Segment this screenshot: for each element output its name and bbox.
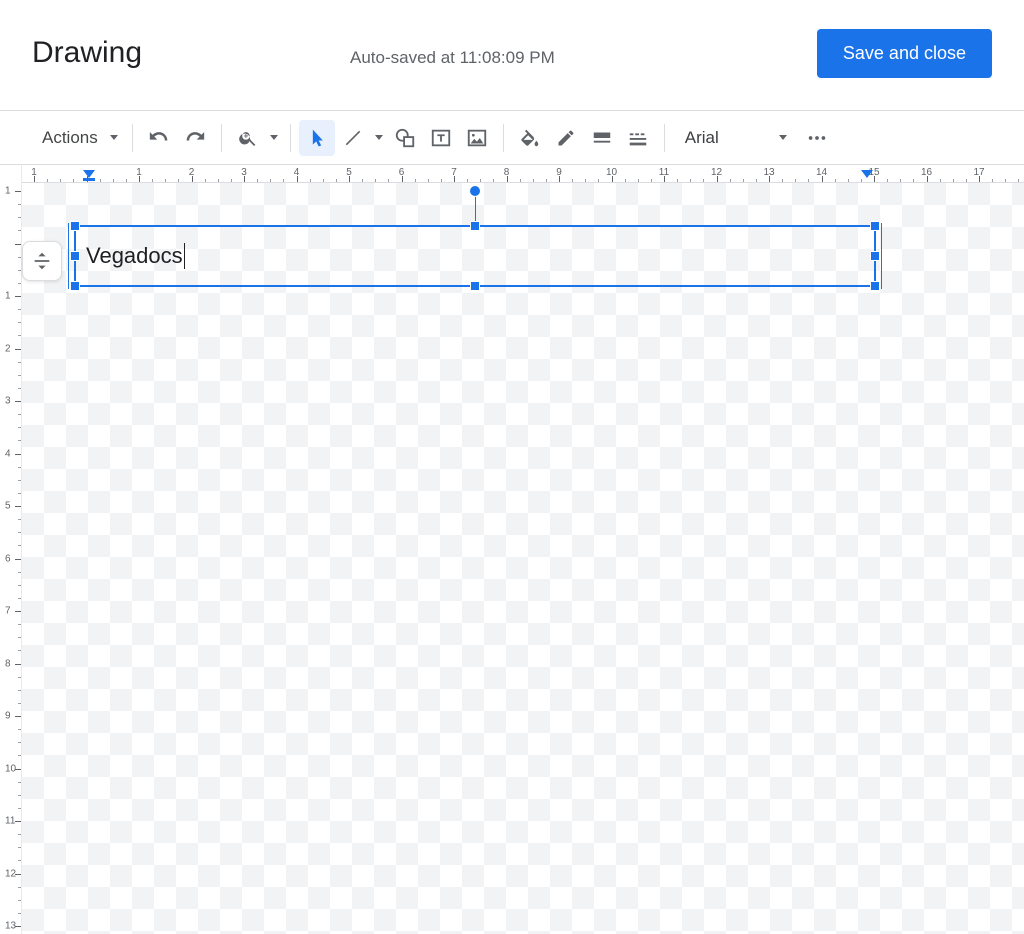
image-tool-button[interactable]	[459, 120, 495, 156]
ruler-number: 9	[5, 711, 11, 722]
resize-handle-se[interactable]	[870, 281, 880, 291]
resize-handle-ne[interactable]	[870, 221, 880, 231]
textbox-content[interactable]: Vegadocs	[76, 227, 874, 285]
border-dash-button[interactable]	[620, 120, 656, 156]
actions-menu-button[interactable]: Actions	[28, 120, 124, 156]
separator	[132, 124, 133, 152]
toolbar: Actions Ari	[0, 111, 1024, 165]
ruler-number: 8	[5, 658, 11, 669]
shape-icon	[394, 127, 416, 149]
workspace: 112345678910111213 Vegadocs	[0, 183, 1024, 934]
ruler-number: 4	[5, 448, 11, 459]
zoom-dropdown[interactable]	[266, 120, 282, 156]
line-tool-button[interactable]	[335, 120, 371, 156]
text-cursor	[184, 243, 185, 269]
undo-icon	[149, 128, 169, 148]
more-horizontal-icon	[806, 127, 828, 149]
image-icon	[466, 127, 488, 149]
save-and-close-button[interactable]: Save and close	[817, 29, 992, 78]
caret-down-icon	[110, 135, 118, 140]
border-color-button[interactable]	[548, 120, 584, 156]
cursor-icon	[307, 128, 327, 148]
dialog-title: Drawing	[32, 36, 142, 70]
paint-bucket-icon	[519, 127, 541, 149]
resize-handle-sw[interactable]	[70, 281, 80, 291]
textbox-icon	[430, 127, 452, 149]
shape-tool-button[interactable]	[387, 120, 423, 156]
resize-handle-s[interactable]	[470, 281, 480, 291]
ruler-number: 11	[5, 816, 15, 827]
line-dash-icon	[627, 127, 649, 149]
separator	[290, 124, 291, 152]
dialog-header: Drawing Auto-saved at 11:08:09 PM Save a…	[0, 0, 1024, 110]
font-family-select[interactable]: Arial	[673, 128, 799, 148]
resize-handle-w[interactable]	[70, 251, 80, 261]
left-indent-marker[interactable]	[82, 169, 94, 181]
resize-handle-n[interactable]	[470, 221, 480, 231]
drawing-canvas[interactable]: Vegadocs	[22, 183, 1024, 934]
resize-handle-e[interactable]	[870, 251, 880, 261]
redo-icon	[185, 128, 205, 148]
line-icon	[343, 128, 363, 148]
autosave-status: Auto-saved at 11:08:09 PM	[350, 48, 555, 68]
zoom-icon	[238, 128, 258, 148]
line-weight-icon	[591, 127, 613, 149]
fit-text-icon	[31, 250, 53, 272]
caret-down-icon	[375, 135, 383, 140]
ruler-number: 5	[5, 501, 11, 512]
guide-line	[68, 223, 69, 289]
ruler-number: 1	[5, 186, 11, 197]
more-options-button[interactable]	[799, 120, 835, 156]
resize-handle-nw[interactable]	[70, 221, 80, 231]
ruler-corner	[0, 165, 22, 183]
fill-color-button[interactable]	[512, 120, 548, 156]
vertical-ruler[interactable]: 112345678910111213	[0, 183, 22, 934]
undo-button[interactable]	[141, 120, 177, 156]
textbox-text: Vegadocs	[86, 243, 183, 269]
selected-textbox[interactable]: Vegadocs	[74, 225, 876, 287]
caret-down-icon	[270, 135, 278, 140]
redo-button[interactable]	[177, 120, 213, 156]
ruler-number: 2	[5, 343, 11, 354]
zoom-button[interactable]	[230, 120, 266, 156]
separator	[503, 124, 504, 152]
fit-text-button[interactable]	[22, 241, 62, 281]
ruler-number: 1	[5, 291, 11, 302]
guide-line	[881, 223, 882, 289]
separator	[221, 124, 222, 152]
separator	[664, 124, 665, 152]
actions-label: Actions	[34, 128, 106, 148]
ruler-number: 6	[5, 553, 11, 564]
rotation-handle[interactable]	[469, 185, 481, 197]
caret-down-icon	[779, 135, 787, 140]
horizontal-ruler[interactable]: 11234567891011121314151617	[0, 165, 1024, 183]
font-family-label: Arial	[685, 128, 719, 148]
pencil-icon	[556, 128, 576, 148]
line-dropdown[interactable]	[371, 120, 387, 156]
select-tool-button[interactable]	[299, 120, 335, 156]
border-weight-button[interactable]	[584, 120, 620, 156]
ruler-number: 3	[5, 396, 11, 407]
ruler-number: 7	[5, 606, 11, 617]
rotation-line	[475, 193, 476, 221]
textbox-tool-button[interactable]	[423, 120, 459, 156]
